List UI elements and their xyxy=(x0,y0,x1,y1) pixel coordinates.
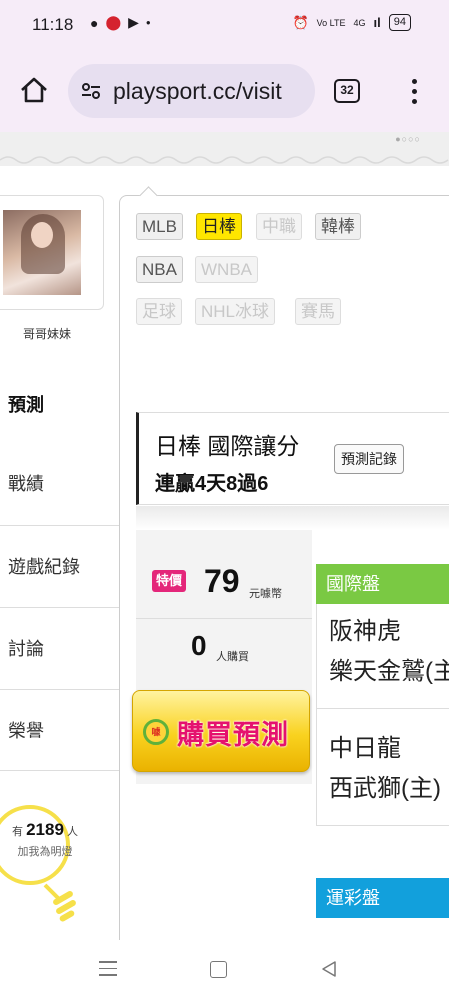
avatar[interactable] xyxy=(3,210,81,295)
buy-prediction-label: 購買預測 xyxy=(177,720,289,750)
tag-mlb[interactable]: MLB xyxy=(136,213,183,240)
tag-cpbl: 中職 xyxy=(256,213,302,240)
price-value: 79 xyxy=(204,563,240,599)
follow-suffix: 人 xyxy=(66,826,78,838)
carousel-dots: ●○○○ xyxy=(395,134,421,144)
buyer-label: 人購買 xyxy=(216,651,249,663)
tag-horse-racing: 賽馬 xyxy=(295,298,341,325)
follow-prefix: 有 xyxy=(12,826,24,838)
tag-npb[interactable]: 日棒 xyxy=(196,213,242,240)
follow-box[interactable]: 有 2189 人 加我為明燈 xyxy=(0,820,90,859)
app-notification-icon: ⬤ xyxy=(105,14,122,30)
international-odds-header: 國際盤 xyxy=(316,564,449,604)
volte-icon: Vo LTE xyxy=(316,17,346,28)
alarm-icon: ⏰ xyxy=(292,14,309,30)
status-time: 11:18 xyxy=(32,15,74,34)
tag-soccer: 足球 xyxy=(136,298,182,325)
sports-lottery-odds-header: 運彩盤 xyxy=(316,878,449,918)
youtube-notification-icon: ▶ xyxy=(128,14,139,30)
sidebar-item-discussion[interactable]: 討論 xyxy=(0,607,119,689)
system-icons: ⏰ Vo LTE 4G ıl 94 xyxy=(292,14,411,31)
game-away-team: 中日龍 xyxy=(329,735,401,762)
signal-icon: ıl xyxy=(373,15,381,30)
prediction-header: 日棒 國際讓分 連贏4天8過6 預測記錄 xyxy=(136,412,449,505)
site-settings-icon[interactable] xyxy=(80,80,102,102)
home-nav-icon[interactable] xyxy=(210,961,227,978)
page-top-strip: ●○○○ xyxy=(0,132,449,166)
buyer-count: 0 xyxy=(191,630,207,661)
url-text: playsport.cc/visit xyxy=(113,78,282,104)
sidebar-title[interactable]: 預測 xyxy=(8,391,44,417)
sidebar-nav: 戰績 遊戲紀錄 討論 榮譽 xyxy=(0,443,119,771)
profile-card[interactable] xyxy=(0,195,104,310)
wavy-border xyxy=(0,156,449,164)
prediction-record-button[interactable]: 預測記錄 xyxy=(334,444,404,474)
tab-switcher-button[interactable]: 32 xyxy=(334,79,360,103)
follower-count: 2189 xyxy=(26,820,64,839)
prediction-title: 日棒 國際讓分 xyxy=(155,433,300,459)
address-bar[interactable]: playsport.cc/visit xyxy=(68,64,315,118)
notification-icons: ● ⬤ ▶ ● xyxy=(90,14,151,31)
overflow-menu-icon[interactable] xyxy=(404,76,424,108)
game-row[interactable]: 阪神虎 樂天金鷲(主) xyxy=(316,604,449,709)
back-icon[interactable] xyxy=(320,960,338,978)
game-away-team: 阪神虎 xyxy=(329,618,401,645)
more-notifications-icon: ● xyxy=(145,18,151,27)
tag-nba[interactable]: NBA xyxy=(136,256,183,283)
home-icon[interactable] xyxy=(18,74,50,106)
status-bar: 11:18 ● ⬤ ▶ ● ⏰ Vo LTE 4G ıl 94 xyxy=(0,0,449,50)
browser-toolbar: playsport.cc/visit 32 xyxy=(0,50,449,132)
sidebar-item-honors[interactable]: 榮譽 xyxy=(0,689,119,771)
special-price-badge: 特價 xyxy=(152,570,187,592)
price-unit: 元噱幣 xyxy=(249,588,282,600)
system-nav-bar xyxy=(0,940,449,1000)
price-divider xyxy=(136,618,312,619)
prediction-streak: 連贏4天8過6 xyxy=(155,473,269,495)
game-home-team: 樂天金鷲(主) xyxy=(329,658,449,685)
recent-apps-icon[interactable] xyxy=(99,961,117,977)
tag-kbo[interactable]: 韓棒 xyxy=(315,213,361,240)
chat-notification-icon: ● xyxy=(90,14,99,31)
tag-wnba: WNBA xyxy=(195,256,258,283)
profile-name[interactable]: 哥哥妹妹 xyxy=(23,325,71,342)
coin-icon: 噱 xyxy=(143,719,169,745)
sidebar-item-game-log[interactable]: 遊戲紀錄 xyxy=(0,525,119,607)
game-home-team: 西武獅(主) xyxy=(329,775,441,802)
tag-nhl: NHL冰球 xyxy=(195,298,276,325)
sidebar-item-record[interactable]: 戰績 xyxy=(0,443,119,525)
battery-icon: 94 xyxy=(388,14,411,31)
follow-note[interactable]: 加我為明燈 xyxy=(0,843,90,859)
buy-prediction-button[interactable]: 噱 購買預測 xyxy=(132,690,310,772)
content-divider xyxy=(136,506,449,530)
sidebar-divider xyxy=(0,770,119,771)
game-row[interactable]: 中日龍 西武獅(主) xyxy=(316,709,449,826)
lightbulb-icon xyxy=(0,805,76,922)
network-type: 4G xyxy=(353,17,366,28)
